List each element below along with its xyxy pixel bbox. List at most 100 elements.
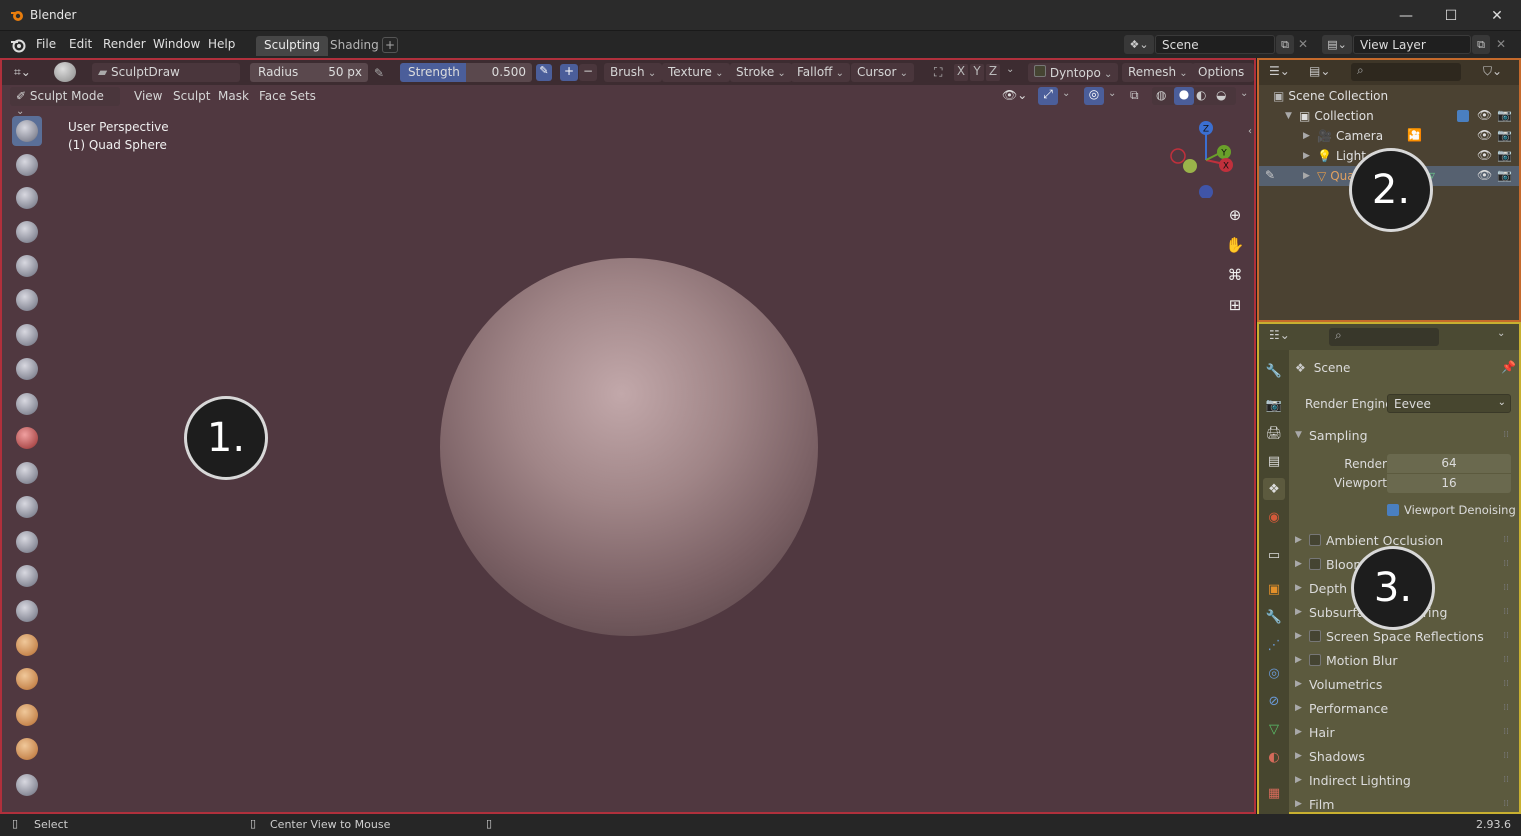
render-tab-icon[interactable]: 📷 (1263, 394, 1285, 416)
stroke-menu[interactable]: Stroke (730, 63, 792, 82)
collection-exclude-checkbox[interactable] (1457, 110, 1469, 122)
menu-file[interactable]: File (36, 37, 56, 51)
gizmo-neg-y-axis[interactable] (1183, 159, 1197, 173)
panel-volumetrics-expand-icon[interactable]: ▶ (1295, 679, 1309, 689)
viewport-3d[interactable]: ⌗⌄ ▰ SculptDraw Radius 50 px ✎ Strength 0.… (0, 58, 1256, 814)
direction-subtract-button[interactable]: − (579, 64, 597, 81)
light-eye-icon[interactable]: 👁 (1477, 148, 1492, 162)
panel-performance[interactable]: ▶ Performance ⁞⁞ (1289, 698, 1515, 718)
panel-subsurface-scattering-drag-grip[interactable]: ⁞⁞ (1503, 607, 1509, 617)
quad-sphere-eye-icon[interactable]: 👁 (1477, 168, 1492, 182)
rendered-shading-icon[interactable]: ◒ (1216, 88, 1226, 102)
add-workspace-button[interactable]: + (382, 37, 398, 53)
filter-icon[interactable]: ⛉⌄ (1483, 64, 1502, 79)
panel-shadows[interactable]: ▶ Shadows ⁞⁞ (1289, 746, 1515, 766)
panel-performance-expand-icon[interactable]: ▶ (1295, 703, 1309, 713)
panel-performance-drag-grip[interactable]: ⁞⁞ (1503, 703, 1509, 713)
panel-volumetrics[interactable]: ▶ Volumetrics ⁞⁞ (1289, 674, 1515, 694)
viewport-denoising-checkbox[interactable] (1387, 504, 1399, 516)
tool-pose-icon[interactable] (12, 770, 42, 800)
overlay-dropdown-icon[interactable]: ⌄ (1108, 88, 1116, 99)
panel-shadows-drag-grip[interactable]: ⁞⁞ (1503, 751, 1509, 761)
panel-hair[interactable]: ▶ Hair ⁞⁞ (1289, 722, 1515, 742)
physics-tab-icon[interactable]: ◎ (1263, 662, 1285, 684)
overlay-toggle-icon[interactable]: ◎ (1084, 87, 1104, 105)
properties-options-icon[interactable]: ⌄ (1497, 328, 1505, 339)
shading-dropdown-icon[interactable]: ⌄ (1240, 88, 1248, 99)
panel-hair-drag-grip[interactable]: ⁞⁞ (1503, 727, 1509, 737)
sampling-panel-header[interactable]: ▼ Sampling ⁞⁞ (1289, 425, 1515, 445)
quad-sphere-mesh[interactable] (440, 258, 818, 636)
pin-icon[interactable]: 📌 (1501, 360, 1516, 374)
camera-eye-icon[interactable]: 👁 (1477, 128, 1492, 142)
editor-type-icon[interactable]: ⌗⌄ (8, 63, 37, 82)
material-tab-icon[interactable]: ◐ (1263, 746, 1285, 768)
world-tab-icon[interactable]: ◉ (1263, 506, 1285, 528)
dyntopo-checkbox[interactable] (1034, 65, 1046, 77)
viewport-denoising-row[interactable]: Viewport Denoising (1387, 500, 1517, 520)
collection-eye-icon[interactable]: 👁 (1477, 108, 1492, 122)
panel-indirect-lighting[interactable]: ▶ Indirect Lighting ⁞⁞ (1289, 770, 1515, 790)
mesh-data-tab-icon[interactable]: ▽ (1263, 718, 1285, 740)
sampling-drag-grip[interactable]: ⁞⁞ (1503, 430, 1509, 440)
scene-selector-icon[interactable]: ❖⌄ (1124, 35, 1154, 54)
panel-screen-space-reflections-expand-icon[interactable]: ▶ (1295, 631, 1309, 641)
collection-render-icon[interactable]: 📷 (1497, 108, 1512, 122)
camera-view-icon[interactable]: ⌘ (1222, 262, 1248, 288)
tool-fill-icon[interactable] (12, 492, 42, 522)
panel-motion-blur-checkbox[interactable] (1309, 654, 1321, 666)
properties-editor-type-icon[interactable]: ☷⌄ (1269, 328, 1290, 342)
panel-ambient-occlusion-checkbox[interactable] (1309, 534, 1321, 546)
tool-grab-icon[interactable] (12, 630, 42, 660)
menu-sculpt[interactable]: Sculpt (167, 87, 216, 106)
tab-sculpting[interactable]: Sculpting (256, 36, 329, 56)
constraints-tab-icon[interactable]: ⊘ (1263, 690, 1285, 712)
direction-add-button[interactable]: + (560, 64, 578, 81)
tool-tab-icon[interactable]: 🔧 (1263, 360, 1285, 382)
outliner-row-camera[interactable]: ▶ 🎥 Camera 🎦 👁 📷 (1259, 126, 1519, 146)
panel-film[interactable]: ▶ Film ⁞⁞ (1289, 794, 1515, 814)
display-mode-icon[interactable]: ▤⌄ (1309, 64, 1330, 78)
gizmo-neg-x-axis[interactable] (1170, 148, 1186, 164)
outliner-row-collection[interactable]: ▼ ▣ Collection 👁 📷 (1259, 106, 1519, 126)
strength-pressure-icon[interactable]: ✎ (536, 64, 552, 81)
outliner-editor-type-icon[interactable]: ☰⌄ (1269, 64, 1290, 78)
ortho-grid-icon[interactable]: ⊞ (1222, 292, 1248, 318)
output-tab-icon[interactable]: 🖨 (1263, 422, 1285, 444)
tool-multiplane-scrape-icon[interactable] (12, 561, 42, 591)
tool-snake-hook-icon[interactable] (12, 700, 42, 730)
menu-window[interactable]: Window (153, 37, 200, 51)
remove-view-layer-icon[interactable]: ✕ (1496, 37, 1506, 51)
panel-film-drag-grip[interactable]: ⁞⁞ (1503, 799, 1509, 809)
tool-pinch-icon[interactable] (12, 596, 42, 626)
radius-pressure-icon[interactable]: ✎ (374, 66, 384, 80)
gizmo-neg-z-axis[interactable] (1199, 185, 1213, 198)
tool-draw-sharp-icon[interactable] (12, 150, 42, 180)
panel-hair-expand-icon[interactable]: ▶ (1295, 727, 1309, 737)
panel-ambient-occlusion-expand-icon[interactable]: ▶ (1295, 535, 1309, 545)
brush-preview-icon[interactable] (54, 62, 76, 82)
symmetry-dropdown-icon[interactable]: ⌄ (1006, 64, 1014, 75)
wireframe-shading-icon[interactable]: ◍ (1156, 88, 1166, 102)
radius-slider[interactable]: Radius 50 px (250, 63, 368, 82)
particles-tab-icon[interactable]: ⋰ (1263, 634, 1285, 656)
texture-menu[interactable]: Texture (662, 63, 730, 82)
panel-screen-space-reflections-drag-grip[interactable]: ⁞⁞ (1503, 631, 1509, 641)
gizmo-dropdown-icon[interactable]: ⌄ (1062, 88, 1070, 99)
tool-layer-icon[interactable] (12, 285, 42, 315)
gizmo-toggle-icon[interactable]: ⤢ (1038, 87, 1058, 105)
mirror-x-toggle[interactable]: X (954, 64, 968, 81)
tool-thumb-icon[interactable] (12, 734, 42, 764)
tool-clay-icon[interactable] (12, 183, 42, 213)
maximize-button[interactable]: ☐ (1428, 0, 1474, 31)
edit-mode-icon[interactable]: ✎ (1265, 168, 1275, 182)
outliner-row-scene-collection[interactable]: ▣ Scene Collection (1259, 86, 1519, 106)
texture-tab-icon[interactable]: ▦ (1263, 782, 1285, 804)
panel-shadows-expand-icon[interactable]: ▶ (1295, 751, 1309, 761)
falloff-menu[interactable]: Falloff (791, 63, 850, 82)
menu-help[interactable]: Help (208, 37, 235, 51)
tool-blob-icon[interactable] (12, 354, 42, 384)
quad-sphere-render-icon[interactable]: 📷 (1497, 168, 1512, 182)
camera-data-icon[interactable]: 🎦 (1407, 128, 1422, 142)
menu-view[interactable]: View (128, 87, 168, 106)
